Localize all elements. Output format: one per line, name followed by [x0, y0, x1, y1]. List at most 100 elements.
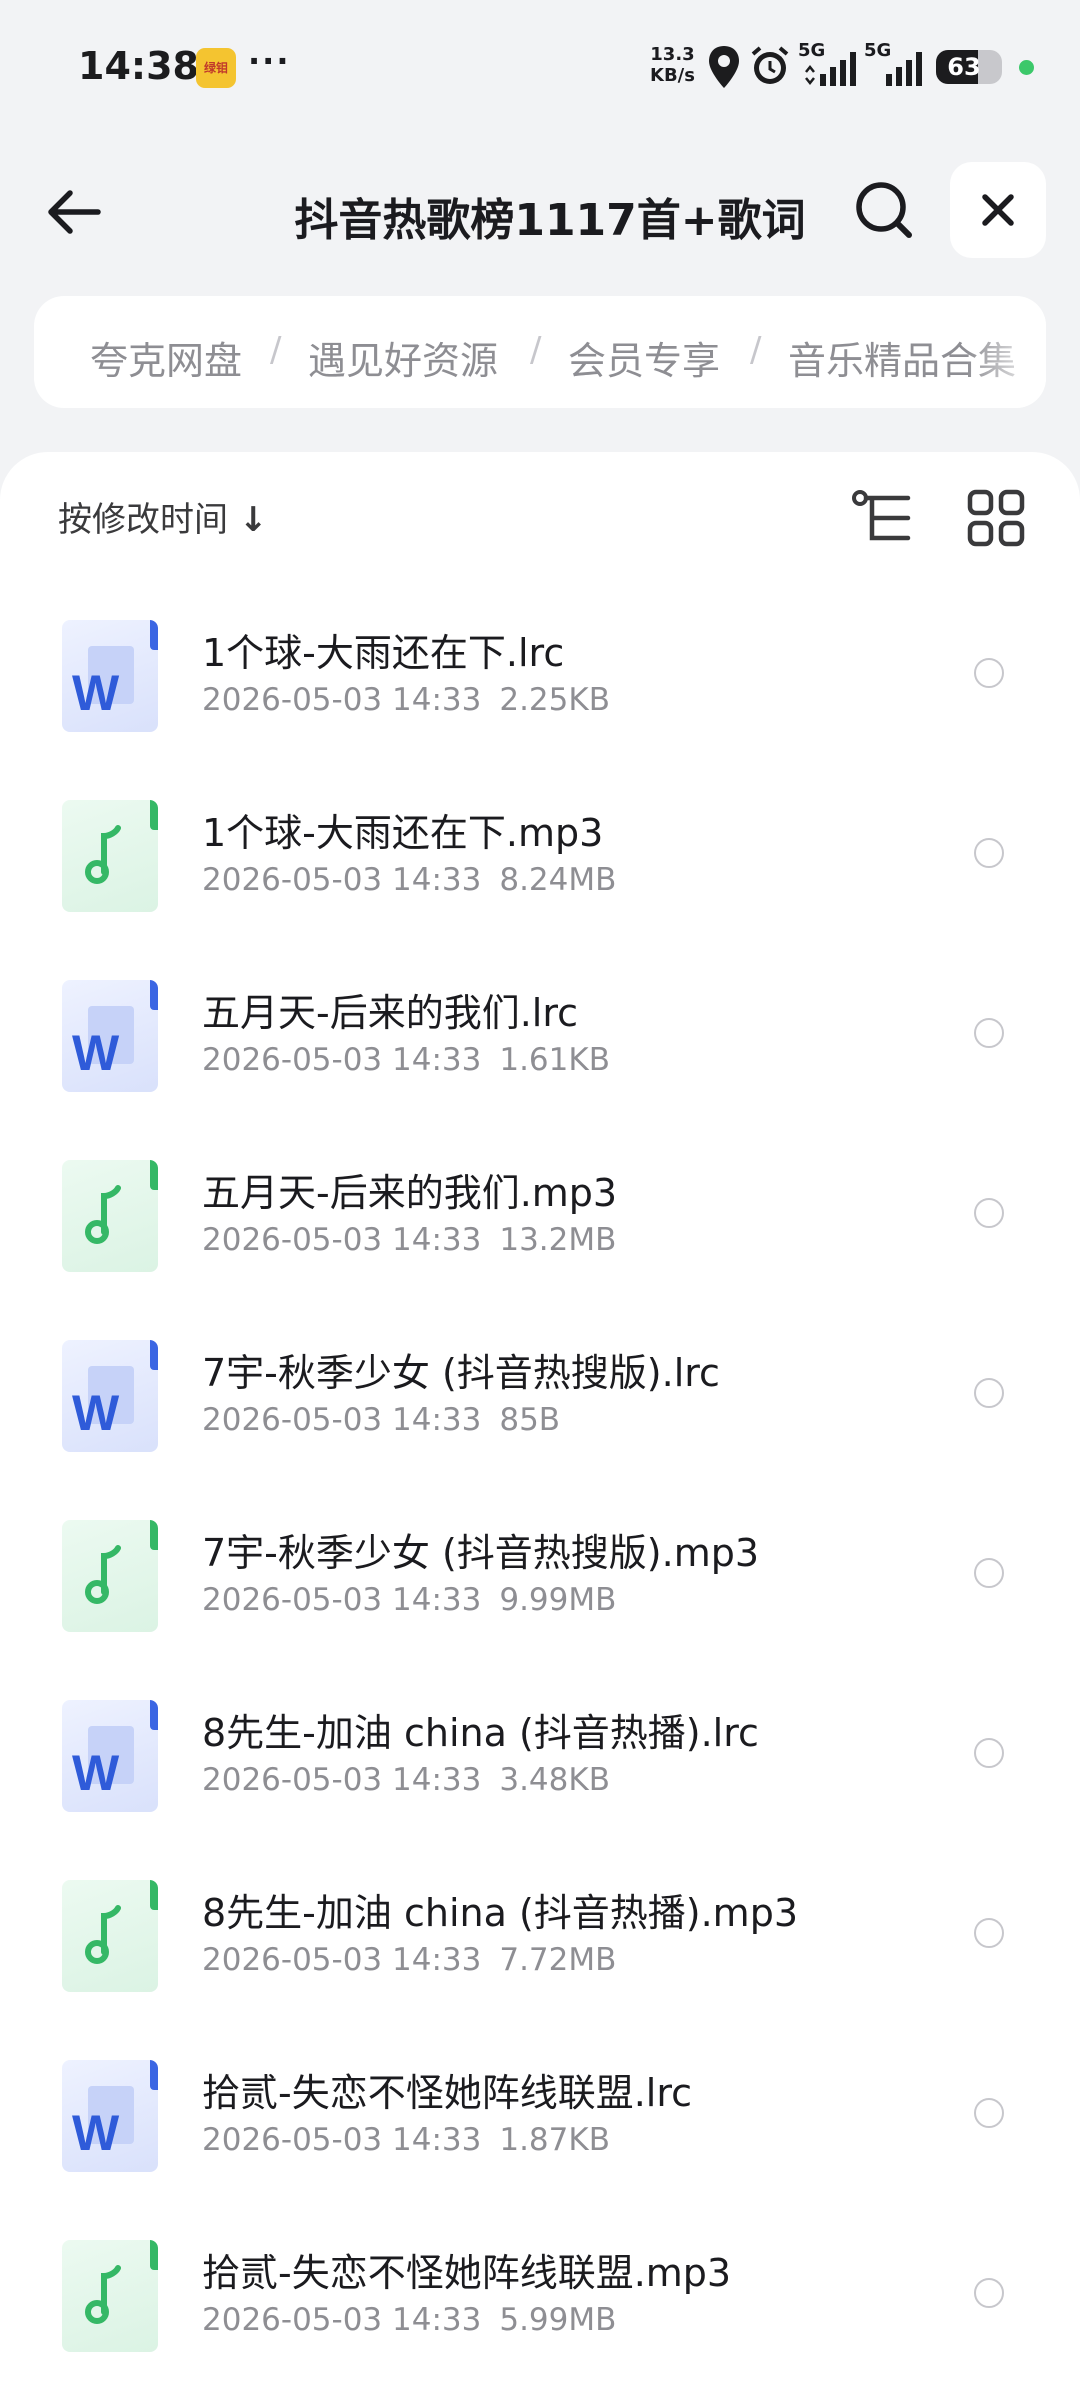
breadcrumb-separator: / [270, 330, 282, 370]
status-time: 14:38 [78, 44, 199, 88]
file-date: 2026-05-03 14:33 [202, 2302, 482, 2338]
file-name: 8先生-加油 china (抖音热播).lrc [202, 1711, 759, 1755]
file-size: 1.61KB [499, 1042, 610, 1078]
file-date: 2026-05-03 14:33 [202, 1042, 482, 1078]
file-name: 8先生-加油 china (抖音热播).mp3 [202, 1891, 798, 1935]
file-name: 五月天-后来的我们.mp3 [202, 1171, 618, 1215]
tree-view-icon [852, 490, 911, 541]
word-doc-icon: W [62, 1340, 158, 1452]
signal-2-icon [886, 52, 922, 86]
file-name: 1个球-大雨还在下.lrc [202, 631, 565, 675]
breadcrumb-item-member-exclusive[interactable]: 会员专享 [568, 330, 720, 385]
music-note-icon [62, 800, 158, 912]
sort-label: 按修改时间 [58, 500, 228, 540]
file-name: 拾贰-失恋不怪她阵线联盟.lrc [202, 2071, 693, 2115]
tree-view-button[interactable] [850, 488, 914, 548]
word-doc-icon: W [62, 1700, 158, 1812]
grid-view-icon [967, 489, 1025, 547]
file-name: 1个球-大雨还在下.mp3 [202, 811, 604, 855]
breadcrumb-item-quark-drive[interactable]: 夸克网盘 [90, 330, 242, 385]
location-icon [709, 46, 739, 88]
file-meta: 2026-05-03 14:33 5.99MB [202, 2302, 616, 2338]
music-note-icon [62, 1880, 158, 1992]
search-icon [856, 182, 912, 238]
file-meta: 2026-05-03 14:33 7.72MB [202, 1942, 616, 1978]
file-row[interactable]: 1个球-大雨还在下.mp3 2026-05-03 14:33 8.24MB [0, 780, 1080, 960]
select-radio[interactable] [974, 1018, 1004, 1048]
file-meta: 2026-05-03 14:33 9.99MB [202, 1582, 616, 1618]
select-radio[interactable] [974, 658, 1004, 688]
file-row[interactable]: W 7宇-秋季少女 (抖音热搜版).lrc 2026-05-03 14:33 85B [0, 1320, 1080, 1500]
alarm-icon [751, 46, 789, 84]
select-radio[interactable] [974, 838, 1004, 868]
file-list-panel: 按修改时间 ↓ W 1个球-大雨还在下.lrc 2026-05-03 14:33 2.… [0, 452, 1080, 2400]
word-doc-icon: W [62, 620, 158, 732]
file-row[interactable]: W 1个球-大雨还在下.lrc 2026-05-03 14:33 2.25KB [0, 600, 1080, 780]
file-row[interactable]: W 拾贰-失恋不怪她阵线联盟.lrc 2026-05-03 14:33 1.87KB [0, 2040, 1080, 2220]
breadcrumb-separator: / [750, 330, 762, 370]
file-row[interactable]: 8先生-加油 china (抖音热播).mp3 2026-05-03 14:33 7… [0, 1860, 1080, 2040]
file-date: 2026-05-03 14:33 [202, 1402, 482, 1438]
grid-view-button[interactable] [966, 488, 1026, 548]
select-radio[interactable] [974, 2098, 1004, 2128]
file-size: 9.99MB [499, 1582, 617, 1618]
select-radio[interactable] [974, 1918, 1004, 1948]
status-bar: 14:38 绿钼 ··· 13.3 KB/s 5G 5G 63 [0, 0, 1080, 135]
file-date: 2026-05-03 14:33 [202, 1582, 482, 1618]
more-notifications-icon: ··· [248, 42, 291, 80]
file-row[interactable]: 拾贰-失恋不怪她阵线联盟.mp3 2026-05-03 14:33 5.99MB [0, 2220, 1080, 2400]
file-size: 2.25KB [499, 682, 610, 718]
file-size: 1.87KB [499, 2122, 610, 2158]
charging-dot [1019, 60, 1034, 75]
music-note-icon [62, 2240, 158, 2352]
file-size: 85B [499, 1402, 561, 1438]
file-date: 2026-05-03 14:33 [202, 862, 482, 898]
net-speed-value: 13.3 [650, 44, 695, 65]
file-name: 7宇-秋季少女 (抖音热搜版).lrc [202, 1351, 720, 1395]
select-radio[interactable] [974, 2278, 1004, 2308]
file-meta: 2026-05-03 14:33 85B [202, 1402, 560, 1438]
net-speed: 13.3 KB/s [650, 44, 695, 86]
select-radio[interactable] [974, 1558, 1004, 1588]
breadcrumb-separator: / [530, 330, 542, 370]
file-date: 2026-05-03 14:33 [202, 1942, 482, 1978]
file-meta: 2026-05-03 14:33 2.25KB [202, 682, 610, 718]
select-radio[interactable] [974, 1198, 1004, 1228]
file-name: 7宇-秋季少女 (抖音热搜版).mp3 [202, 1531, 760, 1575]
close-button[interactable] [950, 162, 1046, 258]
file-row[interactable]: 7宇-秋季少女 (抖音热搜版).mp3 2026-05-03 14:33 9.99M… [0, 1500, 1080, 1680]
breadcrumb: 夸克网盘 / 遇见好资源 / 会员专享 / 音乐精品合集 [34, 296, 1046, 408]
page-title: 抖音热歌榜1117首+歌词 [294, 195, 806, 246]
battery-icon: 63 [936, 50, 1002, 84]
file-row[interactable]: W 8先生-加油 china (抖音热播).lrc 2026-05-03 14:33… [0, 1680, 1080, 1860]
breadcrumb-item-good-resources[interactable]: 遇见好资源 [308, 330, 498, 385]
file-meta: 2026-05-03 14:33 13.2MB [202, 1222, 616, 1258]
file-meta: 2026-05-03 14:33 3.48KB [202, 1762, 610, 1798]
music-note-icon [62, 1160, 158, 1272]
search-button[interactable] [852, 178, 916, 242]
file-size: 5.99MB [499, 2302, 617, 2338]
file-row[interactable]: 五月天-后来的我们.mp3 2026-05-03 14:33 13.2MB [0, 1140, 1080, 1320]
file-meta: 2026-05-03 14:33 1.87KB [202, 2122, 610, 2158]
file-size: 13.2MB [499, 1222, 617, 1258]
file-date: 2026-05-03 14:33 [202, 1762, 482, 1798]
file-meta: 2026-05-03 14:33 1.61KB [202, 1042, 610, 1078]
select-radio[interactable] [974, 1738, 1004, 1768]
select-radio[interactable] [974, 1378, 1004, 1408]
word-doc-icon: W [62, 2060, 158, 2172]
file-name: 五月天-后来的我们.lrc [202, 991, 579, 1035]
file-size: 3.48KB [499, 1762, 610, 1798]
sort-button[interactable]: 按修改时间 ↓ [58, 492, 267, 541]
file-date: 2026-05-03 14:33 [202, 682, 482, 718]
file-date: 2026-05-03 14:33 [202, 2122, 482, 2158]
file-date: 2026-05-03 14:33 [202, 1222, 482, 1258]
sort-down-arrow-icon: ↓ [238, 500, 268, 540]
file-size: 8.24MB [499, 862, 617, 898]
close-icon [982, 194, 1014, 226]
word-doc-icon: W [62, 980, 158, 1092]
file-row[interactable]: W 五月天-后来的我们.lrc 2026-05-03 14:33 1.61KB [0, 960, 1080, 1140]
file-name: 拾贰-失恋不怪她阵线联盟.mp3 [202, 2251, 732, 2295]
back-button[interactable] [44, 180, 108, 244]
signal-1-icon [805, 52, 856, 86]
breadcrumb-fade [966, 296, 1046, 408]
